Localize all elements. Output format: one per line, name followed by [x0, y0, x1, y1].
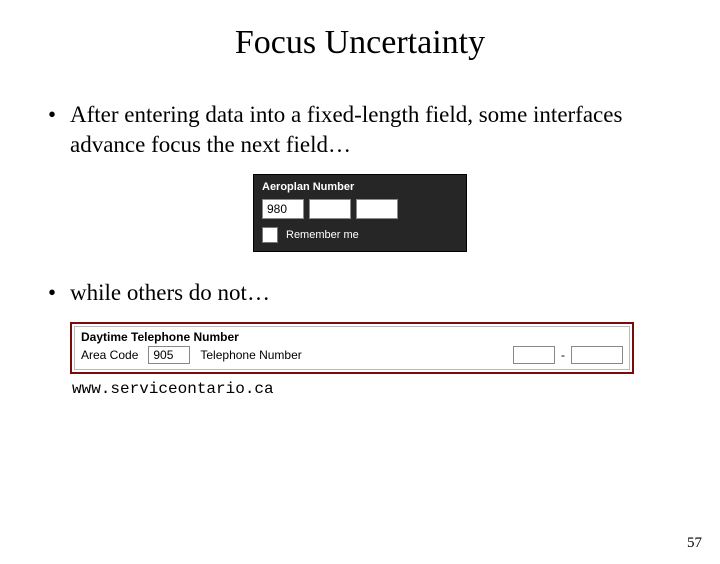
bullet-list-2: while others do not… Daytime Telephone N…: [0, 278, 720, 398]
remember-checkbox[interactable]: [262, 227, 278, 243]
telephone-dash: -: [561, 348, 565, 362]
telephone-inner: Daytime Telephone Number Area Code Telep…: [74, 326, 630, 370]
slide: Focus Uncertainty After entering data in…: [0, 24, 720, 564]
bullet-2: while others do not…: [70, 278, 680, 308]
telephone-part2-input[interactable]: [571, 346, 623, 364]
aeroplan-widget: Aeroplan Number Remember me: [253, 174, 467, 252]
telephone-row: Area Code Telephone Number -: [81, 346, 623, 364]
aeroplan-seg-3[interactable]: [356, 199, 398, 219]
telephone-example: Daytime Telephone Number Area Code Telep…: [70, 322, 680, 398]
aeroplan-label: Aeroplan Number: [262, 181, 458, 193]
telephone-caption: www.serviceontario.ca: [72, 380, 680, 398]
telephone-title: Daytime Telephone Number: [81, 330, 623, 344]
bullet-list: After entering data into a fixed-length …: [0, 100, 720, 160]
aeroplan-seg-2[interactable]: [309, 199, 351, 219]
aeroplan-example: Aeroplan Number Remember me: [0, 174, 720, 252]
telephone-part1-input[interactable]: [513, 346, 555, 364]
telephone-outer: Daytime Telephone Number Area Code Telep…: [70, 322, 634, 374]
aeroplan-seg-1[interactable]: [262, 199, 304, 219]
bullet-1: After entering data into a fixed-length …: [70, 100, 680, 160]
telephone-number-label: Telephone Number: [200, 348, 301, 362]
page-number: 57: [687, 535, 702, 552]
area-code-label: Area Code: [81, 348, 138, 362]
remember-label: Remember me: [286, 229, 359, 241]
remember-row: Remember me: [262, 227, 458, 243]
slide-title: Focus Uncertainty: [0, 24, 720, 62]
aeroplan-fields: [262, 199, 458, 219]
area-code-input[interactable]: [148, 346, 190, 364]
